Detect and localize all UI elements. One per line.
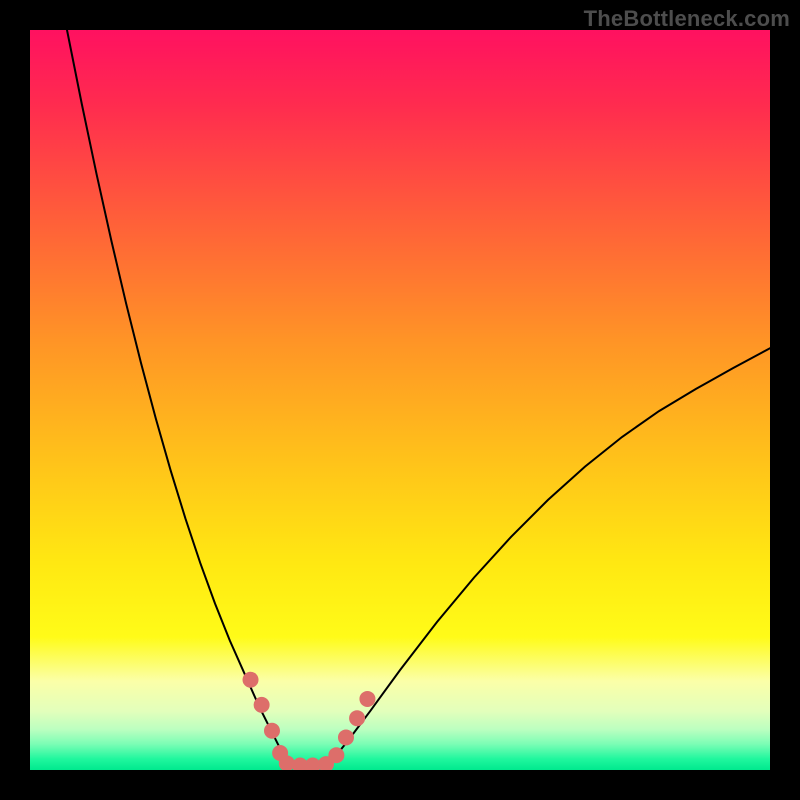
marker-dot xyxy=(243,672,259,688)
curve-right-branch xyxy=(333,348,770,759)
marker-dot xyxy=(254,697,270,713)
marker-dot xyxy=(328,747,344,763)
marker-dot xyxy=(338,729,354,745)
chart-svg xyxy=(30,30,770,770)
curve-left-branch xyxy=(67,30,285,759)
marker-dot xyxy=(349,710,365,726)
watermark-label: TheBottleneck.com xyxy=(584,6,790,32)
marker-dot xyxy=(264,723,280,739)
plot-area xyxy=(30,30,770,770)
chart-container: TheBottleneck.com xyxy=(0,0,800,800)
marker-dot xyxy=(359,691,375,707)
